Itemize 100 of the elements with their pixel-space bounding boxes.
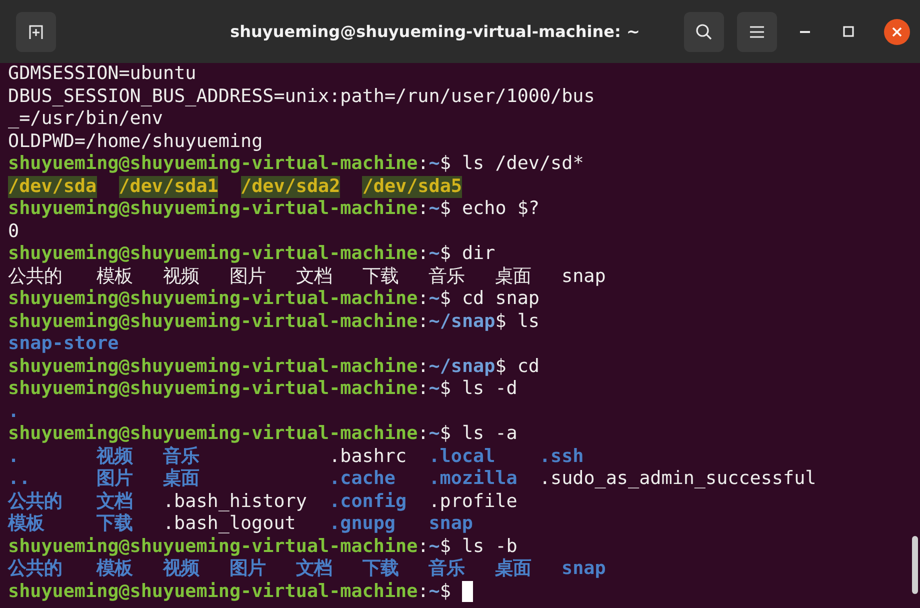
prompt-user: shuyueming@shuyueming-virtual-machine xyxy=(8,536,418,558)
terminal-text: $ cd xyxy=(495,356,540,378)
prompt-path: ~ xyxy=(428,153,440,176)
directory-name: 公共的 xyxy=(8,490,63,513)
directory-name: 公共的 xyxy=(8,558,63,580)
terminal-text: $ ls xyxy=(495,310,540,333)
terminal-text: GDMSESSION=ubuntu xyxy=(8,63,196,86)
directory-name: 视频 xyxy=(162,558,200,580)
menu-icon xyxy=(749,24,765,38)
prompt-user: shuyueming@shuyueming-virtual-machine xyxy=(8,198,418,220)
terminal-text: 下载 xyxy=(362,266,400,288)
terminal-text: .bash_logout xyxy=(162,513,296,536)
terminal-text: 公共的 xyxy=(8,266,63,288)
close-icon xyxy=(892,26,902,36)
terminal-text: snap xyxy=(562,266,606,288)
terminal-text: .profile xyxy=(428,490,518,513)
prompt-path: ~ xyxy=(428,198,440,220)
prompt-path: ~ xyxy=(428,580,440,603)
terminal-text: $ ls -d xyxy=(440,378,518,400)
terminal-text: 视频 xyxy=(162,266,200,288)
prompt-user: shuyueming@shuyueming-virtual-machine xyxy=(8,423,418,446)
search-icon xyxy=(695,22,713,40)
menu-button[interactable] xyxy=(737,12,777,52)
prompt-path: ~ xyxy=(428,288,440,310)
prompt-path: ~/snap xyxy=(428,356,496,378)
prompt-user: shuyueming@shuyueming-virtual-machine xyxy=(8,288,418,310)
terminal-text: $ ls -b xyxy=(440,536,518,558)
directory-name: .config xyxy=(329,490,407,513)
device-name: /dev/sda5 xyxy=(362,176,462,198)
prompt-path: ~/snap xyxy=(428,310,496,333)
search-button[interactable] xyxy=(684,12,724,52)
terminal-text: 音乐 xyxy=(428,266,466,288)
directory-name: 文档 xyxy=(96,490,134,513)
close-button[interactable] xyxy=(884,18,910,44)
directory-name: 桌面 xyxy=(162,468,200,490)
terminal-text: 文档 xyxy=(296,266,333,288)
prompt-user: shuyueming@shuyueming-virtual-machine xyxy=(8,243,418,266)
prompt-user: shuyueming@shuyueming-virtual-machine xyxy=(8,356,418,378)
terminal-text: : xyxy=(418,356,429,378)
directory-name: . xyxy=(8,446,20,468)
directory-name: . xyxy=(8,400,20,423)
new-tab-button[interactable] xyxy=(16,12,56,52)
directory-name: 图片 xyxy=(229,558,267,580)
directory-name: snap xyxy=(428,513,473,536)
terminal-text: 桌面 xyxy=(495,266,532,288)
new-tab-icon xyxy=(27,22,45,40)
directory-name: 视频 xyxy=(96,446,134,468)
directory-name: 图片 xyxy=(96,468,134,490)
terminal-text: : xyxy=(418,153,429,176)
window-title: shuyueming@shuyueming-virtual-machine: ~ xyxy=(229,22,641,41)
prompt-path: ~ xyxy=(428,243,440,266)
device-name: /dev/sda2 xyxy=(240,176,340,198)
prompt-user: shuyueming@shuyueming-virtual-machine xyxy=(8,580,418,603)
terminal-text: $ cd snap xyxy=(440,288,540,310)
terminal-text: : xyxy=(418,310,429,333)
terminal-text: OLDPWD=/home/shuyueming xyxy=(8,130,263,153)
directory-name: 桌面 xyxy=(495,558,532,580)
directory-name: snap-store xyxy=(8,333,119,356)
terminal-text: .sudo_as_admin_successful xyxy=(539,468,816,490)
terminal-text: 0 xyxy=(8,220,20,243)
terminal-text: : xyxy=(418,423,429,446)
prompt-user: shuyueming@shuyueming-virtual-machine xyxy=(8,310,418,333)
terminal-text: : xyxy=(418,536,429,558)
directory-name: .. xyxy=(8,468,30,490)
directory-name: 下载 xyxy=(96,513,134,536)
terminal-text: $ xyxy=(440,580,451,603)
scrollbar-thumb[interactable] xyxy=(912,536,918,594)
terminal-text: $ ls -a xyxy=(440,423,518,446)
prompt-path: ~ xyxy=(428,378,440,400)
directory-name: .local xyxy=(428,446,496,468)
directory-name: 音乐 xyxy=(428,558,466,580)
terminal-text: : xyxy=(418,580,429,603)
terminal-text: .bash_history xyxy=(162,490,307,513)
terminal-text: $ ls /dev/sd* xyxy=(440,153,584,176)
prompt-user: shuyueming@shuyueming-virtual-machine xyxy=(8,153,418,176)
directory-name: snap xyxy=(562,558,606,580)
terminal-text: : xyxy=(418,198,429,220)
directory-name: 模板 xyxy=(8,513,46,536)
prompt-path: ~ xyxy=(428,536,440,558)
terminal-text: .bashrc xyxy=(329,446,407,468)
prompt-path: ~ xyxy=(428,423,440,446)
directory-name: 模板 xyxy=(96,558,134,580)
directory-name: 文档 xyxy=(296,558,333,580)
directory-name: .gnupg xyxy=(329,513,396,536)
directory-name: .cache xyxy=(329,468,396,490)
terminal-text: _=/usr/bin/env xyxy=(8,108,164,130)
device-name: /dev/sda xyxy=(8,176,97,198)
directory-name: 下载 xyxy=(362,558,400,580)
maximize-icon xyxy=(842,26,854,37)
device-name: /dev/sda1 xyxy=(118,176,218,198)
prompt-user: shuyueming@shuyueming-virtual-machine xyxy=(8,378,418,400)
directory-name: 音乐 xyxy=(162,446,200,468)
terminal-text: : xyxy=(418,243,429,266)
terminal-text: $ echo $? xyxy=(440,198,540,220)
terminal-text: : xyxy=(418,378,429,400)
directory-name: .mozilla xyxy=(428,468,518,490)
terminal-text: : xyxy=(418,288,429,310)
minimize-icon xyxy=(800,30,810,32)
directory-name: .ssh xyxy=(539,446,584,468)
terminal-text: 图片 xyxy=(229,266,266,288)
